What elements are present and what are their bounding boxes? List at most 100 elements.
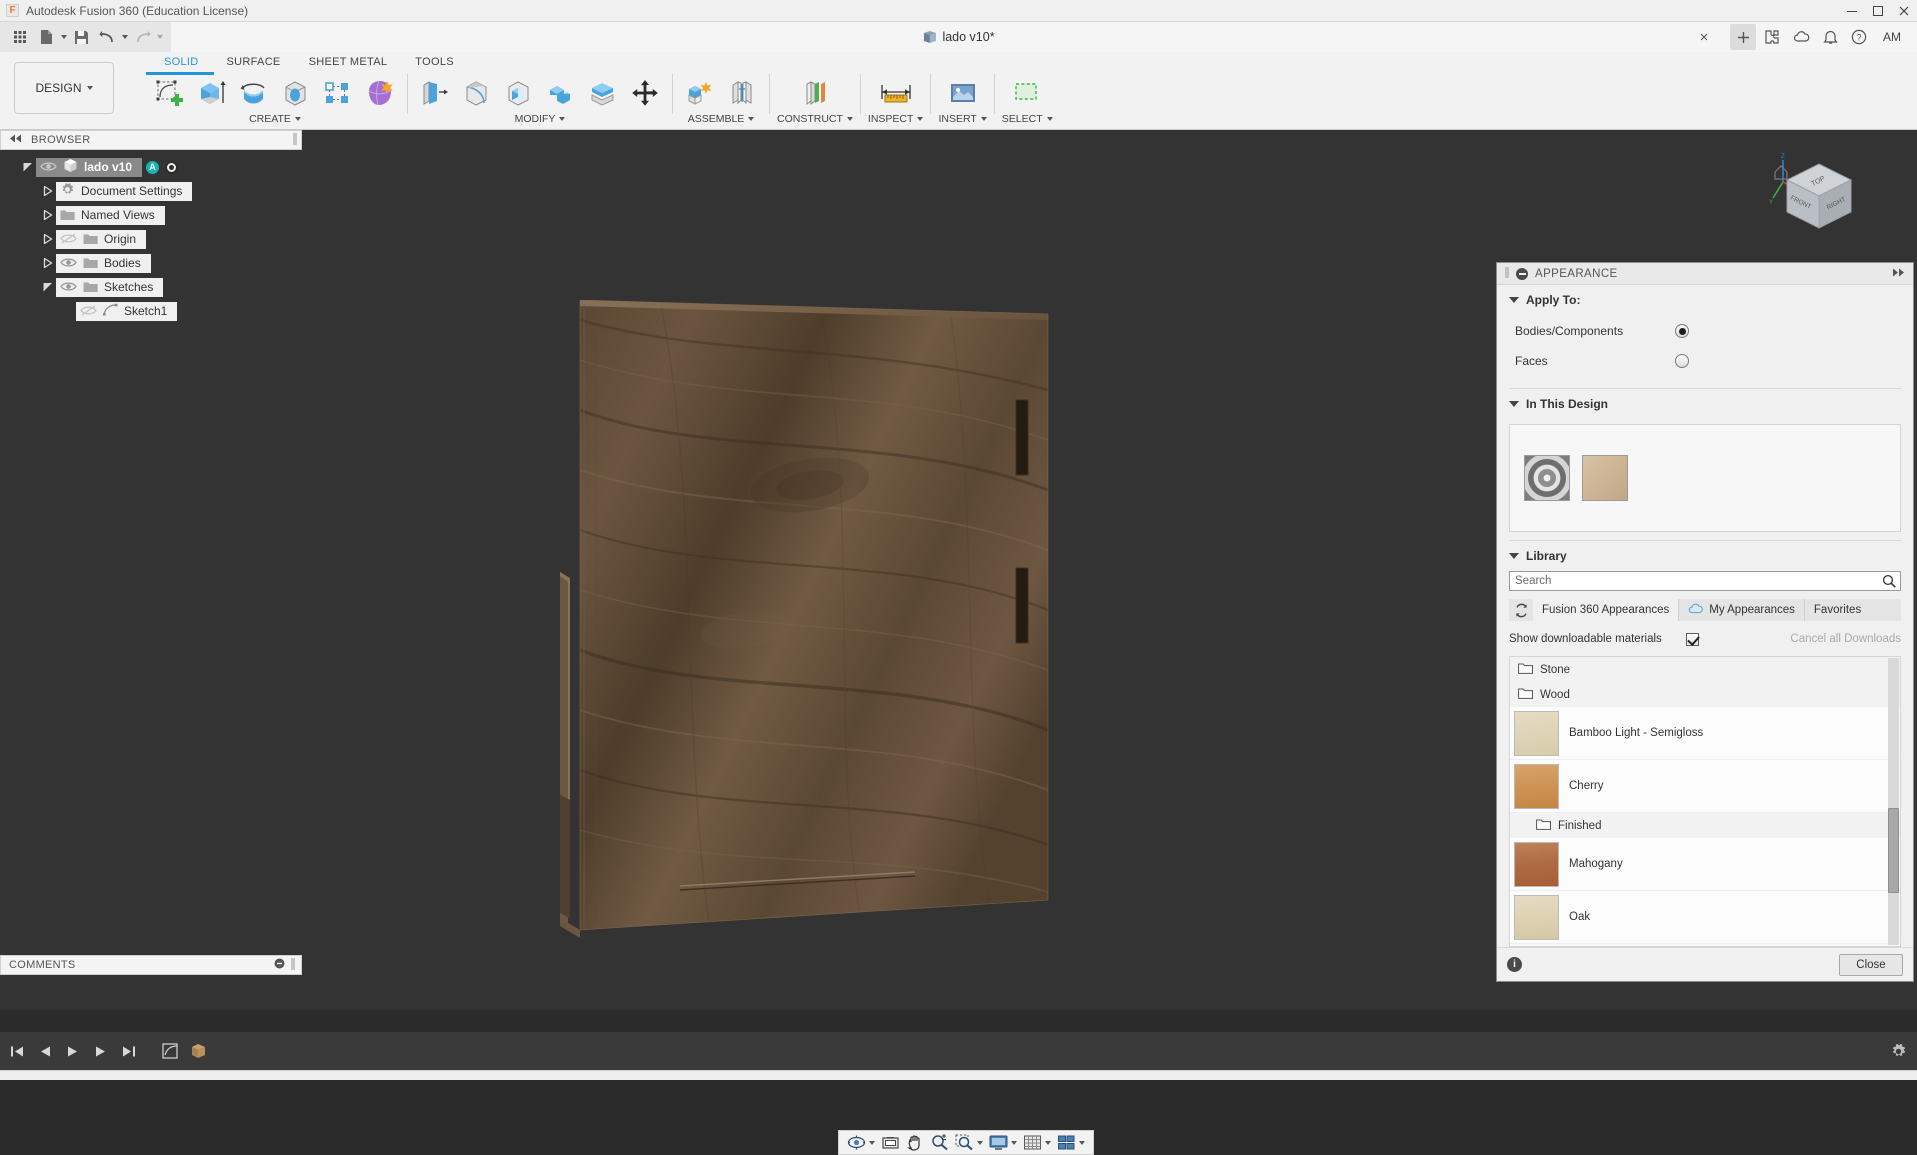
- inspect-dropdown[interactable]: INSPECT: [868, 113, 924, 125]
- select-window-icon[interactable]: [1007, 74, 1047, 112]
- expander-expanded-icon[interactable]: [40, 279, 56, 295]
- tree-chip-sketch1[interactable]: Sketch1: [76, 302, 177, 321]
- tree-chip-origin[interactable]: Origin: [56, 230, 146, 249]
- in-this-design-header[interactable]: In This Design: [1509, 397, 1901, 411]
- close-button[interactable]: Close: [1839, 954, 1903, 976]
- expander-collapsed-icon[interactable]: [40, 255, 56, 271]
- fit-caret-icon[interactable]: [977, 1141, 983, 1145]
- tree-node-document-settings[interactable]: Document Settings: [0, 179, 302, 203]
- maximize-button[interactable]: [1865, 0, 1891, 24]
- create-sketch-icon[interactable]: [150, 74, 190, 112]
- create-dropdown[interactable]: CREATE: [249, 113, 301, 125]
- expand-right-icon[interactable]: [1891, 268, 1905, 280]
- collapse-left-icon[interactable]: [9, 134, 23, 146]
- browser-header[interactable]: BROWSER: [0, 130, 302, 150]
- shell-icon[interactable]: [499, 74, 539, 112]
- timeline-next-button[interactable]: [90, 1040, 112, 1062]
- 3d-model-panel[interactable]: [560, 300, 1220, 1060]
- new-file-caret-icon[interactable]: [61, 35, 67, 39]
- help-button[interactable]: ?: [1846, 24, 1872, 50]
- select-dropdown[interactable]: SELECT: [1002, 113, 1053, 125]
- material-row-oak[interactable]: Oak: [1510, 891, 1900, 944]
- tab-fusion-360-appearances[interactable]: Fusion 360 Appearances: [1533, 599, 1679, 621]
- account-button[interactable]: AM: [1875, 30, 1909, 44]
- search-input[interactable]: [1509, 571, 1901, 591]
- timeline-feature-extrude[interactable]: [188, 1040, 210, 1062]
- visibility-eye-icon[interactable]: [60, 257, 77, 270]
- extensions-button[interactable]: [1759, 24, 1785, 50]
- component-badge[interactable]: A: [146, 161, 159, 174]
- view-cube[interactable]: Z Y X TOP FRONT RIGHT: [1769, 152, 1869, 252]
- grid-caret-icon[interactable]: [1045, 1141, 1051, 1145]
- timeline-prev-button[interactable]: [34, 1040, 56, 1062]
- material-row-cherry[interactable]: Cherry: [1510, 760, 1900, 813]
- offset-plane-icon[interactable]: [795, 74, 835, 112]
- tree-chip-document-settings[interactable]: Document Settings: [56, 182, 192, 201]
- modify-dropdown[interactable]: MODIFY: [515, 113, 566, 125]
- redo-button[interactable]: [130, 25, 154, 49]
- orbit-button[interactable]: [845, 1132, 877, 1153]
- visibility-eye-icon[interactable]: [40, 161, 57, 174]
- material-list-scroll-thumb[interactable]: [1888, 808, 1899, 893]
- measure-icon[interactable]: [876, 74, 916, 112]
- construct-dropdown[interactable]: CONSTRUCT: [777, 113, 853, 125]
- insert-dropdown[interactable]: INSERT: [938, 113, 986, 125]
- pattern-icon[interactable]: [318, 74, 358, 112]
- tab-surface[interactable]: SURFACE: [213, 56, 295, 68]
- tab-my-appearances[interactable]: My Appearances: [1679, 599, 1805, 621]
- visibility-eye-icon[interactable]: [60, 281, 77, 294]
- tree-chip-sketches[interactable]: Sketches: [56, 278, 163, 297]
- press-pull-icon[interactable]: [415, 74, 455, 112]
- tree-node-root[interactable]: lado v10 A: [0, 155, 302, 179]
- tab-sheet-metal[interactable]: SHEET METAL: [295, 56, 402, 68]
- appearance-collapse-icon[interactable]: [1516, 268, 1528, 280]
- material-row-bamboo[interactable]: Bamboo Light - Semigloss: [1510, 707, 1900, 760]
- swatch-wood[interactable]: [1582, 455, 1628, 501]
- refresh-icon[interactable]: [1509, 599, 1533, 621]
- timeline-play-button[interactable]: [62, 1040, 84, 1062]
- job-status-button[interactable]: [1788, 24, 1814, 50]
- timeline-feature-sketch[interactable]: [160, 1040, 182, 1062]
- apply-to-faces-radio[interactable]: [1675, 354, 1689, 368]
- timeline-first-button[interactable]: [6, 1040, 28, 1062]
- visibility-eye-off-icon[interactable]: [60, 233, 77, 246]
- comments-collapse-icon[interactable]: [274, 958, 285, 972]
- swatch-metal[interactable]: [1524, 455, 1570, 501]
- material-list[interactable]: Stone Wood Bamboo Light - Semigloss Cher…: [1509, 656, 1901, 947]
- comments-panel[interactable]: COMMENTS: [0, 955, 302, 975]
- combine-icon[interactable]: [541, 74, 581, 112]
- move-copy-icon[interactable]: [625, 74, 665, 112]
- grid-snaps-button[interactable]: [1021, 1132, 1053, 1153]
- orbit-caret-icon[interactable]: [869, 1141, 875, 1145]
- expander-collapsed-icon[interactable]: [40, 231, 56, 247]
- viewports-button[interactable]: [1055, 1132, 1087, 1153]
- document-tab[interactable]: lado v10*: [922, 30, 994, 44]
- tree-node-sketch1[interactable]: Sketch1: [0, 299, 302, 323]
- display-settings-button[interactable]: [987, 1132, 1019, 1153]
- library-header[interactable]: Library: [1509, 549, 1901, 563]
- cancel-all-downloads-button[interactable]: Cancel all Downloads: [1790, 633, 1901, 645]
- timeline-settings-button[interactable]: [1890, 1043, 1907, 1060]
- show-downloadable-checkbox[interactable]: [1686, 633, 1699, 646]
- joint-icon[interactable]: [722, 74, 762, 112]
- tree-chip-bodies[interactable]: Bodies: [56, 254, 151, 273]
- folder-row-wood[interactable]: Wood: [1510, 682, 1900, 707]
- tree-node-origin[interactable]: Origin: [0, 227, 302, 251]
- insert-mcmaster-icon[interactable]: [943, 74, 983, 112]
- tab-solid[interactable]: SOLID: [150, 56, 213, 68]
- folder-row-finished[interactable]: Finished: [1510, 813, 1900, 838]
- document-close-button[interactable]: ×: [1691, 24, 1717, 50]
- tree-node-named-views[interactable]: Named Views: [0, 203, 302, 227]
- extrude-icon[interactable]: [192, 74, 232, 112]
- folder-row-stone[interactable]: Stone: [1510, 657, 1900, 682]
- material-row-mahogany[interactable]: Mahogany: [1510, 838, 1900, 891]
- split-face-icon[interactable]: [583, 74, 623, 112]
- assemble-dropdown[interactable]: ASSEMBLE: [688, 113, 755, 125]
- redo-caret-icon[interactable]: [157, 35, 163, 39]
- tree-node-bodies[interactable]: Bodies: [0, 251, 302, 275]
- save-button[interactable]: [69, 25, 93, 49]
- activate-component-radio[interactable]: [165, 161, 178, 174]
- apply-to-bodies-radio[interactable]: [1675, 324, 1689, 338]
- expander-collapsed-icon[interactable]: [40, 183, 56, 199]
- form-icon[interactable]: [360, 74, 400, 112]
